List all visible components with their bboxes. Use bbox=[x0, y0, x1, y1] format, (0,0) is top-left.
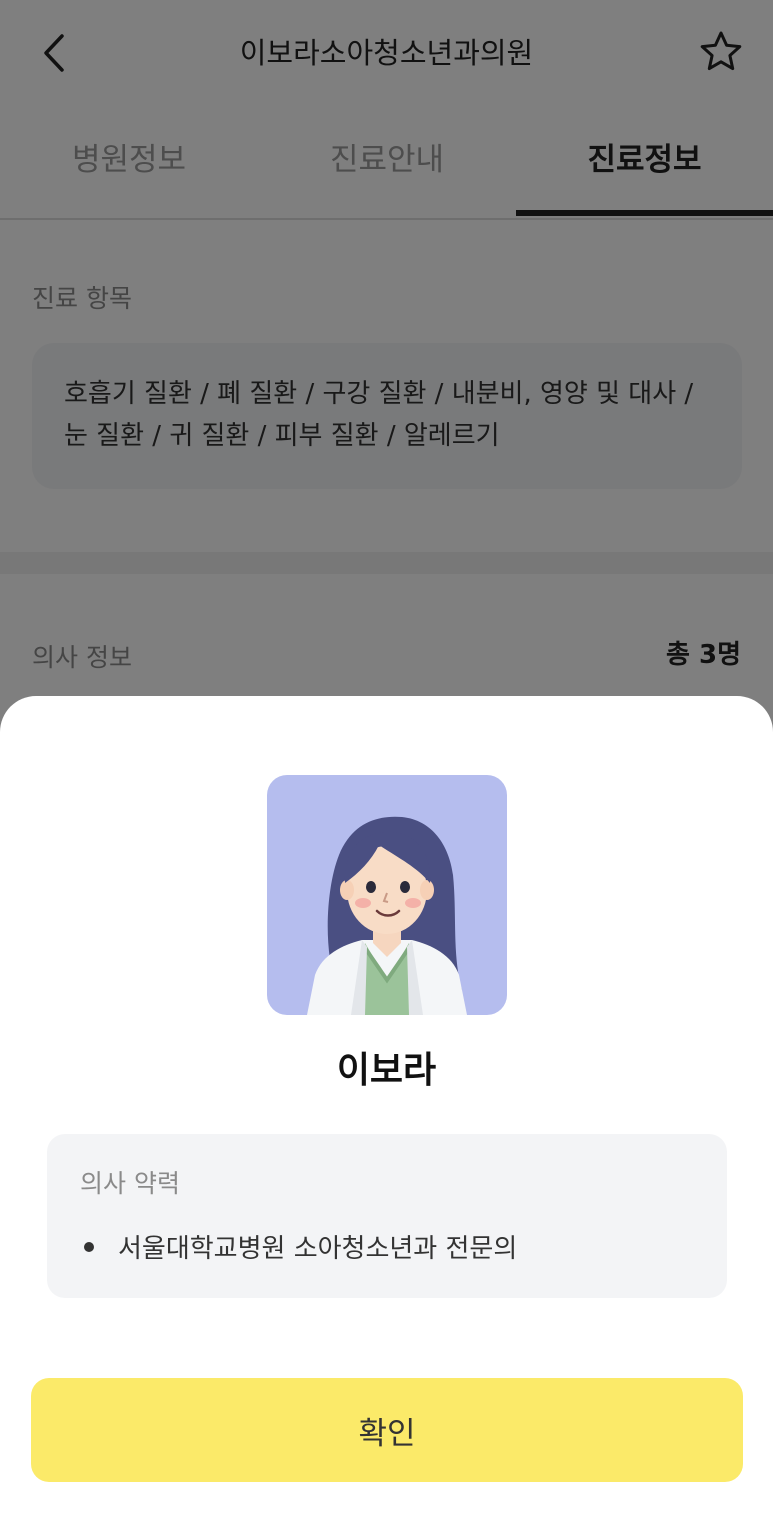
confirm-button[interactable]: 확인 bbox=[31, 1378, 743, 1482]
doctor-bottom-sheet: 이보라 의사 약력 서울대학교병원 소아청소년과 전문의 확인 bbox=[0, 696, 773, 1518]
doctor-avatar-illustration bbox=[307, 816, 467, 1015]
career-title: 의사 약력 bbox=[80, 1169, 180, 1198]
doctor-name: 이보라 bbox=[336, 1050, 437, 1091]
bullet-icon bbox=[84, 1241, 94, 1252]
doctor-avatar bbox=[267, 775, 507, 1015]
career-item-text: 서울대학교병원 소아청소년과 전문의 bbox=[118, 1234, 518, 1264]
career-list-item: 서울대학교병원 소아청소년과 전문의 bbox=[80, 1228, 517, 1265]
doctor-career-box: 의사 약력 서울대학교병원 소아청소년과 전문의 bbox=[47, 1134, 727, 1298]
